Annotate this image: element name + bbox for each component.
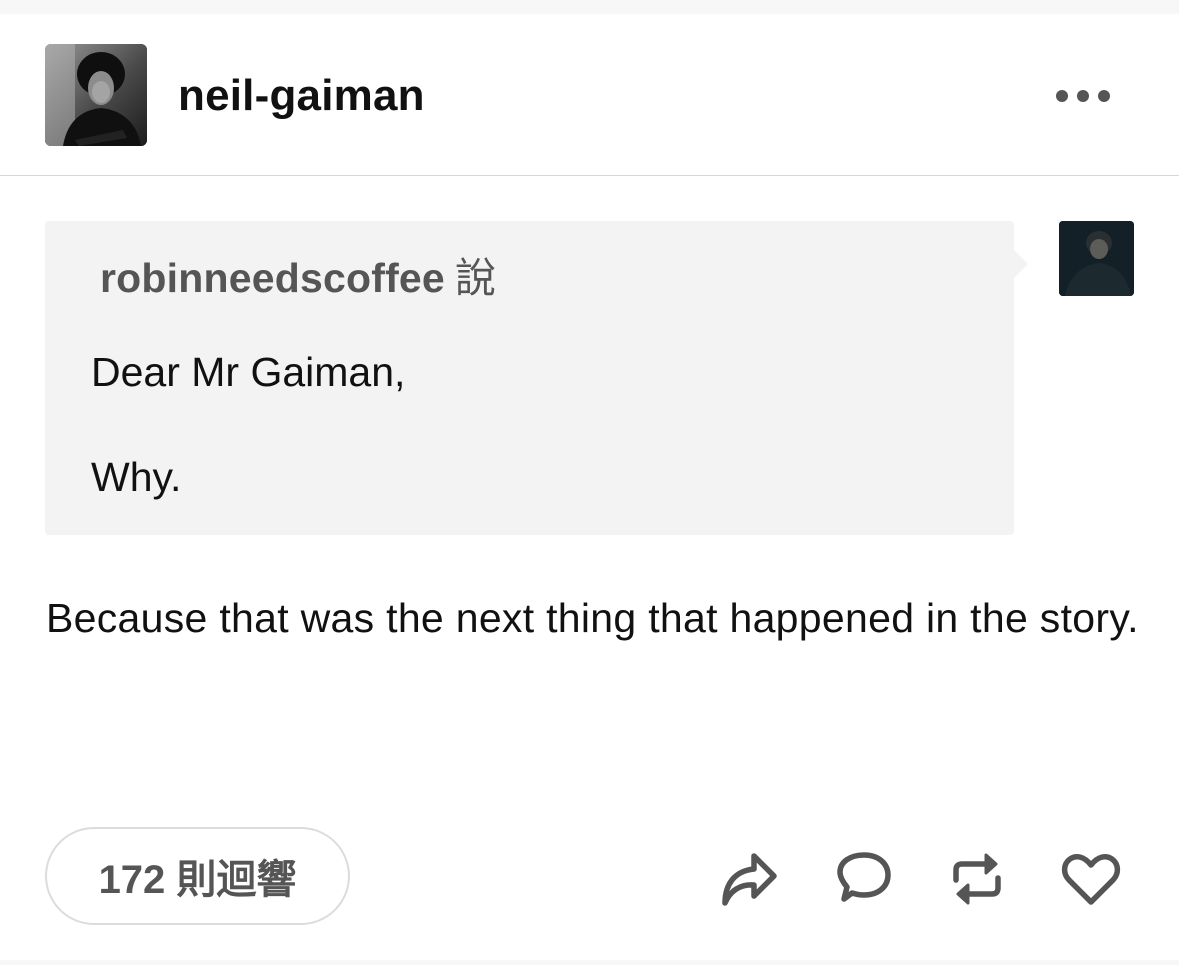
more-options-button[interactable] xyxy=(1050,76,1116,116)
more-horizontal-icon xyxy=(1056,90,1110,102)
blog-avatar[interactable] xyxy=(45,44,147,146)
reblog-icon xyxy=(953,853,1001,905)
reblog-button[interactable] xyxy=(946,848,1008,910)
asker-avatar-image xyxy=(1059,221,1134,296)
post-header: neil-gaiman xyxy=(0,14,1179,176)
question-line-2: Why. xyxy=(91,454,182,500)
question-line-1: Dear Mr Gaiman, xyxy=(91,349,406,395)
answer-text: Because that was the next thing that hap… xyxy=(46,595,1139,641)
share-button[interactable] xyxy=(718,848,780,910)
share-icon xyxy=(722,853,777,906)
post-card: neil-gaiman robinneedscoffee 說 Dear Mr Ga… xyxy=(0,14,1179,960)
asker-name[interactable]: robinneedscoffee xyxy=(100,255,445,301)
notes-count-button[interactable]: 172 則迴響 xyxy=(45,827,350,925)
asker-line: robinneedscoffee 說 xyxy=(100,252,496,304)
heart-icon xyxy=(1061,854,1121,905)
like-button[interactable] xyxy=(1060,848,1122,910)
asker-avatar[interactable] xyxy=(1059,221,1134,296)
comment-icon xyxy=(837,852,891,902)
reply-button[interactable] xyxy=(832,848,894,910)
ask-box-pointer xyxy=(1014,250,1028,278)
blog-name[interactable]: neil-gaiman xyxy=(178,69,425,123)
asker-said-label: 說 xyxy=(454,255,497,301)
blog-avatar-image xyxy=(45,44,147,146)
